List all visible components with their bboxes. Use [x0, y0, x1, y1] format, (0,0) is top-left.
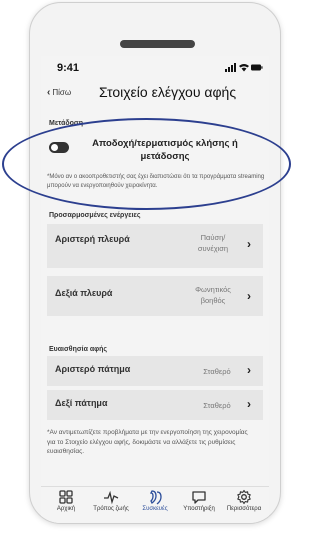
wifi-icon [239, 64, 249, 72]
row-value: Παύση/ συνέχιση [197, 233, 229, 253]
row-left-tap[interactable]: Αριστερό πάτημα Σταθερό › [47, 356, 263, 386]
tab-label: Περισσότερα [226, 506, 262, 512]
home-grid-icon [59, 490, 73, 504]
system-status-icons [225, 63, 263, 72]
chat-bubble-icon [192, 491, 206, 504]
tab-devices[interactable]: Συσκευές [130, 489, 180, 512]
row-right-side[interactable]: Δεξιά πλευρά Φωνητικός βοηθός › [47, 276, 263, 316]
back-label: Πίσω [52, 88, 72, 97]
phone-frame: 9:41 ‹ Πίσω Στοιχείο ελέγχου αφής Μετάδο… [29, 2, 281, 524]
status-time: 9:41 [57, 62, 80, 74]
chevron-right-icon: › [247, 397, 251, 411]
row-value: Φωνητικός βοηθός [195, 285, 231, 305]
status-bar: 9:41 [41, 56, 269, 78]
highlight-ellipse [2, 118, 291, 210]
signal-icon [225, 63, 236, 72]
chevron-right-icon: › [247, 289, 251, 303]
chevron-right-icon: › [247, 363, 251, 377]
pulse-icon [104, 490, 119, 505]
tab-bar: Αρχική Τρόπος ζωής Συσκευές Υποστήριξη Π… [41, 486, 269, 523]
tab-label: Τρόπος ζωής [93, 506, 129, 512]
section-label-custom-actions: Προσαρμοσμένες ενέργειες [49, 212, 141, 219]
row-label: Αριστερό πάτημα [55, 364, 131, 374]
row-label: Αριστερή πλευρά [55, 234, 130, 244]
row-value: Σταθερό [203, 401, 231, 410]
tab-label: Υποστήριξη [183, 506, 215, 512]
tab-label: Αρχική [56, 506, 76, 512]
tab-label: Συσκευές [142, 506, 168, 512]
nav-header: ‹ Πίσω Στοιχείο ελέγχου αφής [41, 80, 269, 106]
battery-icon [251, 64, 263, 71]
gear-icon [237, 489, 251, 505]
row-value: Σταθερό [203, 367, 231, 376]
speaker-notch [120, 40, 195, 48]
row-right-tap[interactable]: Δεξί πάτημα Σταθερό › [47, 390, 263, 420]
tab-more[interactable]: Περισσότερα [219, 489, 269, 512]
tab-lifestyle[interactable]: Τρόπος ζωής [86, 489, 136, 512]
back-button[interactable]: ‹ Πίσω [47, 86, 72, 98]
chevron-left-icon: ‹ [47, 86, 51, 98]
section-label-touch-sensitivity: Ευαισθησία αφής [49, 346, 108, 353]
tab-support[interactable]: Υποστήριξη [174, 489, 224, 512]
touch-sensitivity-note: *Αν αντιμετωπίζετε προβλήματα με την ενε… [47, 429, 248, 455]
page-title: Στοιχείο ελέγχου αφής [99, 84, 237, 100]
row-label: Δεξιά πλευρά [55, 288, 113, 298]
chevron-right-icon: › [247, 237, 251, 251]
row-left-side[interactable]: Αριστερή πλευρά Παύση/ συνέχιση › [47, 224, 263, 268]
row-label: Δεξί πάτημα [55, 398, 108, 408]
tab-home[interactable]: Αρχική [41, 489, 91, 512]
hearing-aids-icon [149, 490, 162, 505]
